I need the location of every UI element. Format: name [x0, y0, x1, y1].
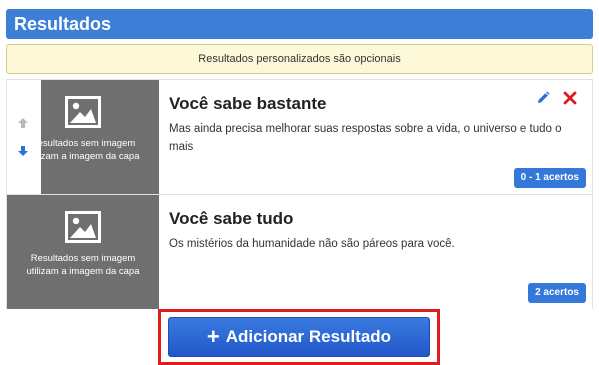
result-content: Você sabe tudo Os mistérios da humanidad…: [169, 195, 592, 309]
move-down-icon[interactable]: [16, 144, 30, 158]
reorder-controls: [7, 80, 41, 194]
thumbnail-caption-line: Resultados sem imagem: [30, 253, 136, 264]
result-thumbnail[interactable]: Resultados sem imagem utilizam a imagem …: [7, 195, 159, 309]
image-placeholder-icon: [65, 211, 101, 243]
results-header: Resultados: [6, 9, 593, 39]
result-title: Você sabe tudo: [169, 209, 294, 228]
result-description: Os mistérios da humanidade não são páreo…: [169, 238, 455, 250]
move-up-icon[interactable]: [16, 116, 30, 130]
add-result-highlight: + Adicionar Resultado: [158, 309, 440, 365]
results-list: Resultados sem imagem utilizam a imagem …: [6, 79, 593, 309]
result-card[interactable]: Resultados sem imagem utilizam a imagem …: [7, 195, 592, 309]
thumbnail-caption-line: Resultados sem imagem: [41, 138, 136, 149]
result-card[interactable]: Resultados sem imagem utilizam a imagem …: [7, 80, 592, 195]
result-content: Você sabe bastante Mas ainda precisa mel…: [169, 80, 592, 194]
image-placeholder-icon: [65, 96, 101, 128]
thumbnail-caption: Resultados sem imagem utilizam a imagem …: [7, 252, 159, 278]
delete-x-icon[interactable]: [563, 91, 577, 105]
result-description: Mas ainda precisa melhorar suas resposta…: [169, 123, 562, 153]
score-range-badge: 0 - 1 acertos: [513, 168, 586, 188]
score-range-badge: 2 acertos: [528, 283, 586, 303]
notice-text: Resultados personalizados são opcionais: [198, 53, 401, 65]
optional-notice: Resultados personalizados são opcionais: [6, 44, 593, 74]
thumbnail-caption-line: utilizam a imagem da capa: [26, 266, 140, 277]
edit-pencil-icon[interactable]: [536, 91, 550, 105]
page-title: Resultados: [14, 14, 112, 34]
plus-icon: +: [206, 324, 220, 349]
add-result-label: Adicionar Resultado: [225, 327, 392, 346]
result-title: Você sabe bastante: [169, 94, 327, 113]
add-result-button[interactable]: + Adicionar Resultado: [168, 317, 430, 357]
thumbnail-caption-line: utilizam a imagem da capa: [41, 151, 140, 162]
thumbnail-caption: Resultados sem imagem utilizam a imagem …: [41, 137, 159, 163]
result-thumbnail[interactable]: Resultados sem imagem utilizam a imagem …: [41, 80, 159, 194]
